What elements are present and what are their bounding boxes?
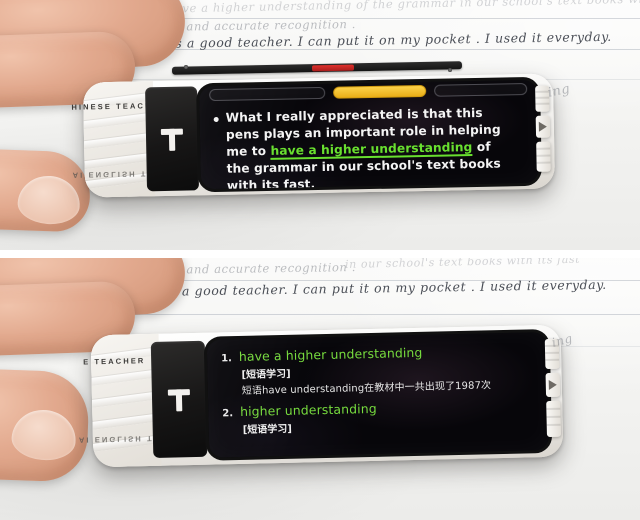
sentence-block: What I really appreciated is that this p…	[225, 104, 517, 189]
result-item[interactable]: 2. higher understanding [短语学习]	[222, 397, 529, 443]
translation-pen-device: E TEACHER AI ENGLISH TE 1. have a higher…	[79, 324, 564, 468]
side-button-down[interactable]	[536, 141, 551, 172]
result-number: 1.	[221, 353, 233, 365]
bezel-screw-icon	[184, 65, 188, 69]
logo-t-icon	[161, 126, 183, 152]
side-button-play[interactable]	[545, 372, 561, 398]
device-screen-bottom: 1. have a higher understanding [短语学习] 短语…	[206, 332, 550, 458]
screen-content-sentence: What I really appreciated is that this p…	[199, 96, 539, 189]
top-photo-panel: to have a higher understanding of the gr…	[0, 0, 640, 250]
device-logo-block	[145, 86, 200, 192]
side-button-play[interactable]	[535, 115, 551, 138]
bezel-screw-icon	[448, 68, 452, 72]
tab-right[interactable]	[433, 82, 528, 97]
device-screen-top: What I really appreciated is that this p…	[199, 79, 539, 190]
tab-active[interactable]	[332, 84, 427, 99]
play-triangle-icon	[548, 379, 557, 390]
device-brand-label: E TEACHER	[83, 356, 146, 367]
result-item[interactable]: 1. have a higher understanding [短语学习] 短语…	[221, 342, 528, 397]
screenshot-root: to have a higher understanding of the gr…	[0, 0, 640, 520]
device-bezel-accent	[311, 64, 355, 72]
translation-pen-device: HINESE TEACHER AI ENGLISH TEAC What I re…	[71, 73, 556, 198]
device-logo-block	[150, 340, 208, 458]
side-button-down[interactable]	[546, 400, 561, 438]
bullet-dot-icon	[213, 116, 219, 123]
bottom-photo-panel: speed and accurate recognition . in our …	[0, 258, 640, 520]
play-triangle-icon	[538, 121, 547, 132]
result-number: 2.	[222, 408, 234, 420]
result-term[interactable]: higher understanding	[240, 401, 377, 419]
logo-t-icon	[168, 386, 191, 412]
result-term[interactable]: have a higher understanding	[239, 345, 423, 364]
device-brand-label-mirrored: AI ENGLISH TE	[78, 433, 161, 445]
tab-left[interactable]	[209, 86, 326, 102]
panel-divider	[0, 250, 640, 258]
screen-content-results: 1. have a higher understanding [短语学习] 短语…	[207, 332, 550, 458]
